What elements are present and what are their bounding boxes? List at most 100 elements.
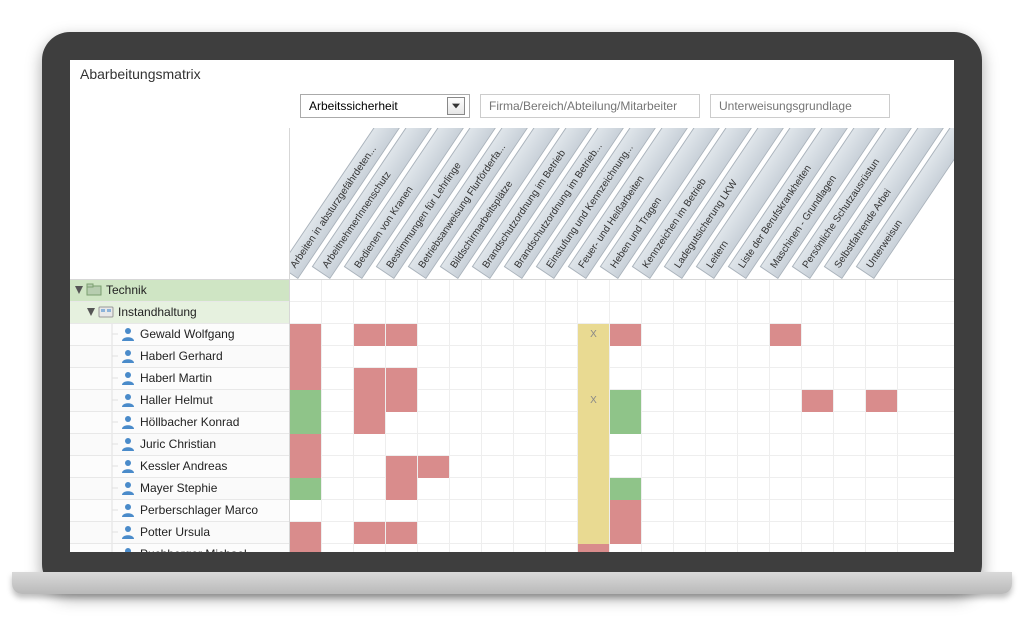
grid-cell[interactable] <box>290 500 322 522</box>
grid-cell[interactable] <box>514 500 546 522</box>
grid-cell[interactable] <box>674 544 706 552</box>
grid-cell[interactable] <box>802 544 834 552</box>
grid-cell[interactable] <box>610 500 642 522</box>
grid-cell[interactable] <box>546 434 578 456</box>
grid-cell[interactable] <box>866 434 898 456</box>
grid-cell[interactable] <box>546 412 578 434</box>
grid-cell[interactable] <box>674 368 706 390</box>
grid-cell[interactable] <box>738 346 770 368</box>
grid-cell[interactable] <box>482 390 514 412</box>
grid-cell[interactable] <box>290 280 322 302</box>
grid-cell[interactable] <box>450 456 482 478</box>
grid-cell[interactable] <box>706 544 738 552</box>
grid-cell[interactable] <box>290 478 322 500</box>
grid-cell[interactable] <box>770 346 802 368</box>
grid-cell[interactable] <box>674 280 706 302</box>
tree-person-row[interactable]: Gewald Wolfgang <box>70 324 289 346</box>
grid-cell[interactable] <box>770 478 802 500</box>
grid-cell[interactable] <box>290 346 322 368</box>
grid-cell[interactable] <box>610 368 642 390</box>
expand-icon[interactable] <box>86 307 96 317</box>
grid-cell[interactable] <box>482 280 514 302</box>
org-filter-input[interactable] <box>480 94 700 118</box>
grid-cell[interactable] <box>770 412 802 434</box>
grid-cell[interactable] <box>610 302 642 324</box>
grid-cell[interactable] <box>322 368 354 390</box>
grid-cell[interactable] <box>450 280 482 302</box>
grid-cell[interactable] <box>514 544 546 552</box>
grid-cell[interactable] <box>354 544 386 552</box>
grid-cell[interactable] <box>738 478 770 500</box>
grid-cell[interactable] <box>866 346 898 368</box>
grid-cell[interactable] <box>386 302 418 324</box>
grid-cell[interactable] <box>546 390 578 412</box>
grid-cell[interactable] <box>802 456 834 478</box>
tree-group-row[interactable]: Instandhaltung <box>70 302 289 324</box>
grid-cell[interactable] <box>834 346 866 368</box>
grid-cell[interactable] <box>482 522 514 544</box>
grid-cell[interactable] <box>674 478 706 500</box>
grid-cell[interactable] <box>770 500 802 522</box>
grid-cell[interactable] <box>418 544 450 552</box>
grid-cell[interactable] <box>290 412 322 434</box>
grid-cell[interactable] <box>770 390 802 412</box>
grid-cell[interactable] <box>738 412 770 434</box>
grid-cell[interactable] <box>770 544 802 552</box>
grid-cell[interactable] <box>418 456 450 478</box>
grid-cell[interactable] <box>866 478 898 500</box>
chevron-down-icon[interactable] <box>447 97 465 115</box>
grid-cell[interactable] <box>322 346 354 368</box>
grid-cell[interactable] <box>610 478 642 500</box>
tree-person-row[interactable]: Perberschlager Marco <box>70 500 289 522</box>
grid-cell[interactable] <box>354 280 386 302</box>
grid-cell[interactable] <box>290 390 322 412</box>
grid-cell[interactable] <box>802 346 834 368</box>
grid-cell[interactable] <box>482 456 514 478</box>
grid-cell[interactable] <box>674 302 706 324</box>
grid-cell[interactable] <box>418 346 450 368</box>
grid-cell[interactable] <box>674 456 706 478</box>
grid-cell[interactable] <box>610 324 642 346</box>
grid-cell[interactable] <box>546 522 578 544</box>
grid-cell[interactable] <box>578 456 610 478</box>
grid-cell[interactable] <box>834 324 866 346</box>
grid-cell[interactable] <box>738 280 770 302</box>
grid-cell[interactable] <box>642 324 674 346</box>
grid-cell[interactable] <box>610 522 642 544</box>
grid-cell[interactable] <box>354 368 386 390</box>
grid-cell[interactable] <box>738 500 770 522</box>
tree-person-row[interactable]: Juric Christian <box>70 434 289 456</box>
grid-cell[interactable] <box>354 302 386 324</box>
grid-cell[interactable] <box>866 390 898 412</box>
grid-cell[interactable] <box>706 280 738 302</box>
tree-person-row[interactable]: Höllbacher Konrad <box>70 412 289 434</box>
tree-person-row[interactable]: Kessler Andreas <box>70 456 289 478</box>
grid-cell[interactable] <box>610 456 642 478</box>
grid-cell[interactable] <box>706 324 738 346</box>
grid-cell[interactable] <box>418 478 450 500</box>
grid-cell[interactable] <box>386 456 418 478</box>
grid-cell[interactable] <box>386 390 418 412</box>
grid-cell[interactable] <box>866 544 898 552</box>
grid-cell[interactable] <box>834 412 866 434</box>
grid-cell[interactable] <box>322 390 354 412</box>
grid-cell[interactable] <box>738 390 770 412</box>
grid-cell[interactable] <box>546 456 578 478</box>
grid-cell[interactable] <box>418 280 450 302</box>
category-select[interactable]: Arbeitssicherheit <box>300 94 470 118</box>
grid-cell[interactable] <box>386 544 418 552</box>
grid-cell[interactable] <box>706 500 738 522</box>
grid-cell[interactable] <box>450 522 482 544</box>
grid-cell[interactable] <box>578 500 610 522</box>
grid-cell[interactable] <box>642 478 674 500</box>
grid-cell[interactable] <box>706 478 738 500</box>
grid-cell[interactable] <box>578 478 610 500</box>
grid-cell[interactable] <box>674 324 706 346</box>
grid-cell[interactable] <box>578 522 610 544</box>
grid-cell[interactable] <box>642 302 674 324</box>
grid-cell[interactable] <box>354 478 386 500</box>
grid-cell[interactable] <box>706 412 738 434</box>
grid-cell[interactable] <box>770 522 802 544</box>
grid-cell[interactable] <box>482 544 514 552</box>
grid-cell[interactable] <box>354 324 386 346</box>
